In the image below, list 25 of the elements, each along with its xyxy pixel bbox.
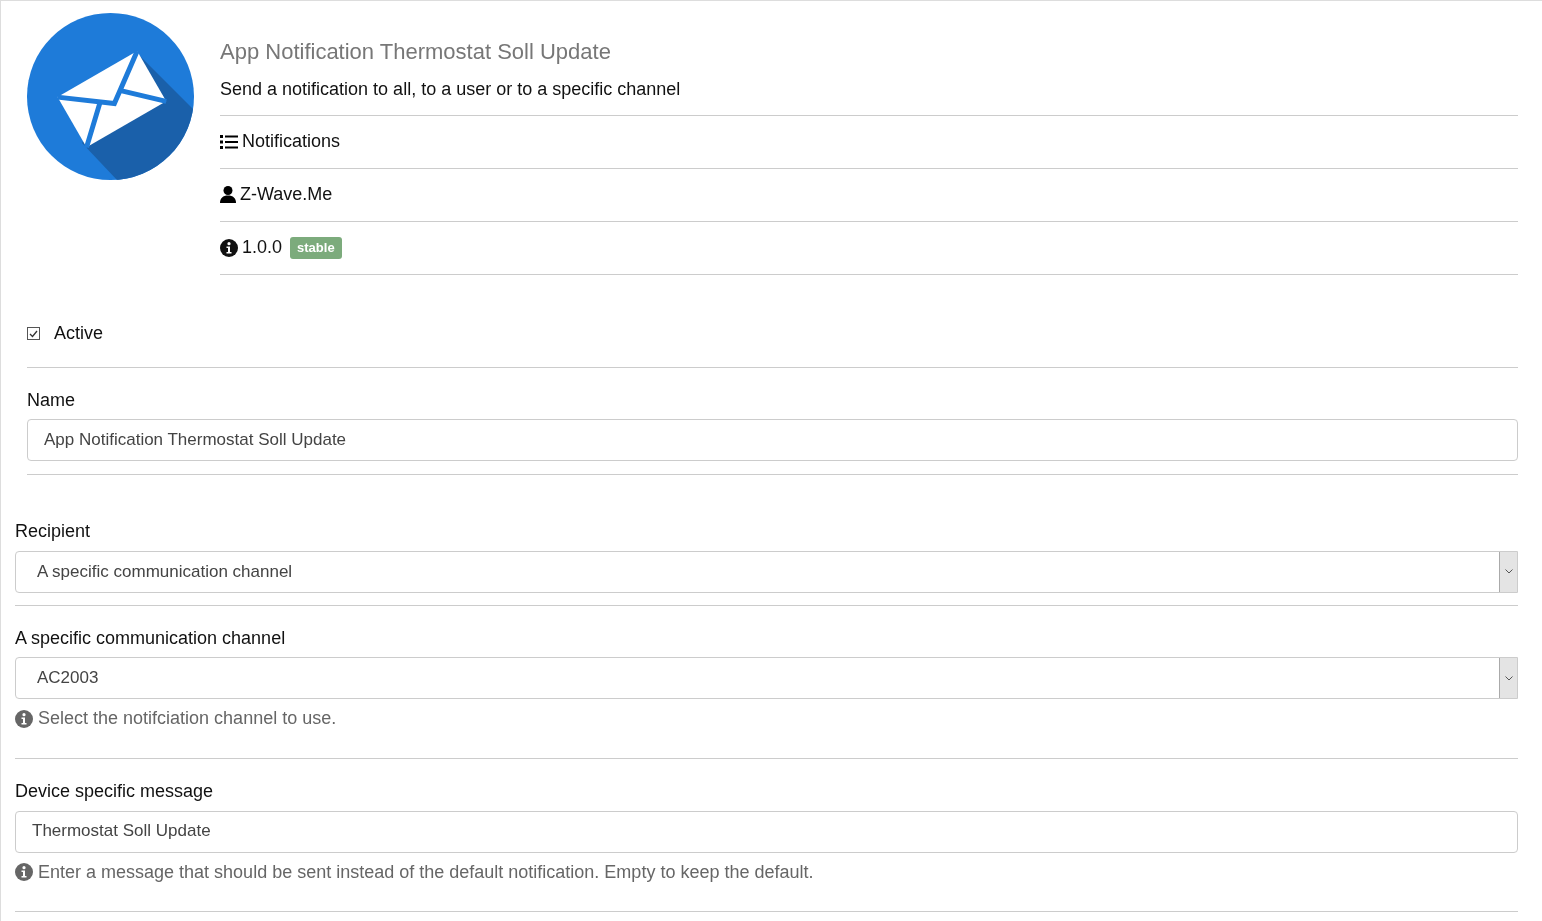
field-label: A specific communication channel [15, 627, 286, 650]
info-icon [15, 710, 33, 729]
help-text: Enter a message that should be sent instead of the default notification. Empty to keep the default. [38, 861, 814, 884]
select-field[interactable]: A specific communication channel [15, 550, 1518, 593]
info-icon [15, 863, 33, 882]
app-title: App Notification Thermostat Soll Update [220, 39, 612, 66]
name-field[interactable]: App Notification Thermostat Soll Update [27, 419, 1518, 462]
field-label: Name [27, 389, 75, 412]
app-author: Z-Wave.Me [240, 184, 333, 206]
app-description: Send a notification to all, to a user or to a specific channel [220, 79, 682, 101]
active-checkbox[interactable] [27, 327, 40, 341]
select-field[interactable]: AC2003 [15, 657, 1518, 700]
app-version: 1.0.0 [242, 237, 283, 259]
app-category: Notifications [242, 131, 341, 153]
checkbox-label: Active [54, 323, 104, 345]
user-icon [220, 186, 236, 204]
help-text: Select the notifciation channel to use. [38, 708, 337, 730]
field-label: Recipient [15, 521, 91, 543]
message-field[interactable]: Thermostat Soll Update [15, 810, 1518, 853]
caret-icon [1499, 551, 1517, 592]
caret-icon [1499, 658, 1517, 699]
list-icon [220, 135, 238, 149]
status-badge: stable [290, 237, 342, 259]
info-icon [220, 239, 238, 257]
field-label: Device specific message [15, 780, 214, 803]
